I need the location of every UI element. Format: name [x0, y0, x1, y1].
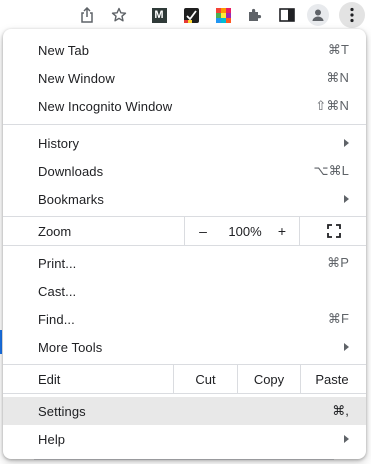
bookmark-star-icon[interactable]: [108, 4, 130, 26]
menu-item-label: New Window: [38, 70, 115, 86]
share-icon[interactable]: [76, 4, 98, 26]
zoom-out-button[interactable]: –: [185, 217, 221, 245]
menu-item-shortcut: ⌘P: [327, 255, 349, 270]
menu-item-new-incognito-window[interactable]: New Incognito Window ⇧⌘N: [3, 92, 366, 120]
menu-item-help[interactable]: Help: [3, 425, 366, 453]
menu-item-label: Settings: [38, 403, 86, 419]
copy-button[interactable]: Copy: [238, 365, 300, 393]
submenu-arrow-icon: [344, 195, 349, 203]
menu-item-print[interactable]: Print... ⌘P: [3, 249, 366, 277]
chrome-main-menu: New Tab ⌘T New Window ⌘N New Incognito W…: [3, 29, 366, 459]
menu-item-shortcut: ⌥⌘L: [313, 163, 349, 178]
page-edge-marker: [0, 330, 2, 354]
menu-separator: [3, 245, 366, 246]
menu-item-label: Cast...: [38, 283, 77, 299]
menu-item-shortcut: ⌘F: [327, 311, 349, 326]
profile-avatar-icon[interactable]: [307, 4, 329, 26]
zoom-label: Zoom: [38, 224, 72, 239]
submenu-arrow-icon: [344, 343, 349, 351]
menu-item-more-tools[interactable]: More Tools: [3, 333, 366, 361]
cut-button[interactable]: Cut: [174, 365, 237, 393]
menu-item-label: Find...: [38, 311, 75, 327]
menu-item-label: More Tools: [38, 339, 103, 355]
menu-item-downloads[interactable]: Downloads ⌥⌘L: [3, 157, 366, 185]
menu-item-find[interactable]: Find... ⌘F: [3, 305, 366, 333]
menu-item-label: Print...: [38, 255, 77, 271]
extension-color-grid-icon[interactable]: [212, 4, 234, 26]
submenu-arrow-icon: [344, 435, 349, 443]
zoom-level: 100%: [228, 223, 262, 239]
menu-item-label: New Incognito Window: [38, 98, 173, 114]
menu-item-label: Bookmarks: [38, 191, 104, 207]
menu-item-label: History: [38, 135, 80, 151]
menu-item-shortcut: ⌘T: [327, 42, 349, 57]
menu-item-shortcut: ⌘,: [332, 403, 349, 418]
zoom-in-button[interactable]: +: [269, 217, 295, 245]
submenu-arrow-icon: [344, 139, 349, 147]
menu-item-label: Downloads: [38, 163, 104, 179]
paste-button[interactable]: Paste: [301, 365, 363, 393]
menu-separator: [3, 124, 366, 125]
menu-item-shortcut: ⇧⌘N: [315, 98, 349, 113]
fullscreen-button[interactable]: [316, 221, 352, 241]
menu-item-new-window[interactable]: New Window ⌘N: [3, 64, 366, 92]
extensions-puzzle-icon[interactable]: [244, 4, 266, 26]
zoom-row: Zoom – 100% +: [3, 217, 366, 245]
menu-item-label: New Tab: [38, 42, 90, 58]
fullscreen-icon: [327, 224, 341, 238]
menu-item-history[interactable]: History: [3, 129, 366, 157]
side-panel-icon[interactable]: [276, 4, 298, 26]
menu-item-shortcut: ⌘N: [326, 70, 349, 85]
browser-toolbar: M: [0, 0, 371, 30]
extension-checkmark-icon[interactable]: [180, 4, 202, 26]
menu-item-label: Help: [38, 431, 66, 447]
edit-label: Edit: [38, 372, 61, 387]
page-underline: [34, 459, 334, 460]
menu-kebab-icon[interactable]: [339, 2, 365, 28]
menu-item-new-tab[interactable]: New Tab ⌘T: [3, 36, 366, 64]
extension-m-icon[interactable]: M: [148, 4, 170, 26]
edit-row: Edit Cut Copy Paste: [3, 365, 366, 393]
menu-separator: [3, 393, 366, 394]
menu-item-bookmarks[interactable]: Bookmarks: [3, 185, 366, 213]
extension-m-letter: M: [151, 7, 167, 23]
menu-item-settings[interactable]: Settings ⌘,: [3, 397, 366, 425]
menu-item-cast[interactable]: Cast...: [3, 277, 366, 305]
zoom-divider: [299, 217, 300, 245]
